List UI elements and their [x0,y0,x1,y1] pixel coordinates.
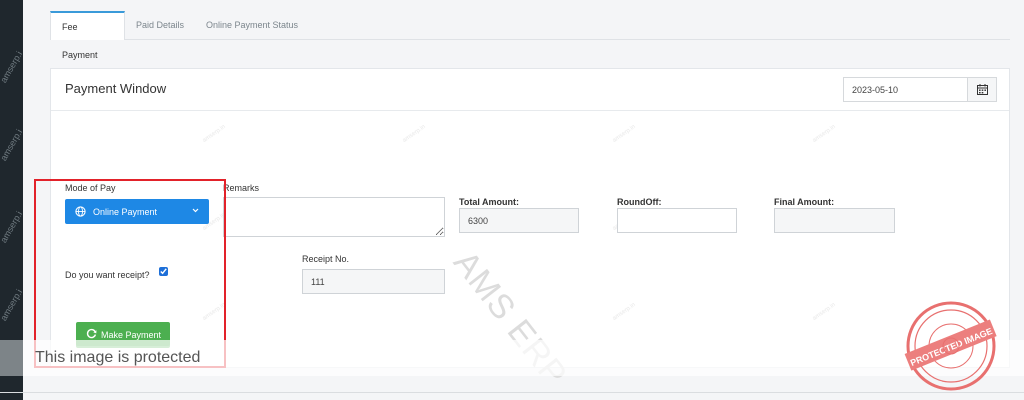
sidebar-watermark: amserp.i [0,127,23,163]
tab-paid-details[interactable]: Paid Details [125,11,195,39]
total-amount-field[interactable] [459,208,579,233]
tab-fee-payment[interactable]: Fee Payment [50,11,125,60]
tab-bar: Fee Payment Paid Details Online Payment … [50,11,1010,60]
sidebar-watermark: amserp.i [0,209,23,245]
refresh-icon [86,328,97,339]
calendar-button[interactable] [967,78,996,101]
protected-overlay-edge [0,340,23,376]
sidebar-watermark: amserp.i [0,49,23,85]
final-amount-label: Final Amount: [774,197,835,207]
make-payment-label: Make Payment [101,330,162,340]
divider [0,392,1024,393]
mode-of-pay-value: Online Payment [93,207,158,217]
roundoff-label: RoundOff: [617,197,662,207]
protected-notice: This image is protected [35,349,201,366]
calendar-icon [976,84,988,95]
date-input[interactable] [844,78,970,101]
final-amount-field[interactable] [774,208,895,233]
remarks-field[interactable] [223,197,445,237]
date-picker [843,77,997,102]
tab-online-payment-status[interactable]: Online Payment Status [195,11,309,39]
panel-header: Payment Window [51,69,1009,111]
remarks-label: Remarks [223,183,260,193]
receipt-checkbox[interactable] [159,267,168,276]
page-title: Payment Window [65,81,167,96]
receipt-question-label: Do you want receipt? [65,270,150,280]
roundoff-field[interactable] [617,208,737,233]
payment-window-panel: Payment Window amserp.in amserp.in amser… [50,68,1010,394]
mode-of-pay-label: Mode of Pay [65,183,116,193]
chevron-down-icon [192,208,199,213]
total-amount-label: Total Amount: [459,197,519,207]
globe-icon [75,206,86,217]
mode-of-pay-select[interactable]: Online Payment [65,199,209,224]
sidebar-watermark: amserp.i [0,287,23,323]
receipt-no-label: Receipt No. [302,254,350,264]
receipt-no-field[interactable] [302,269,445,294]
